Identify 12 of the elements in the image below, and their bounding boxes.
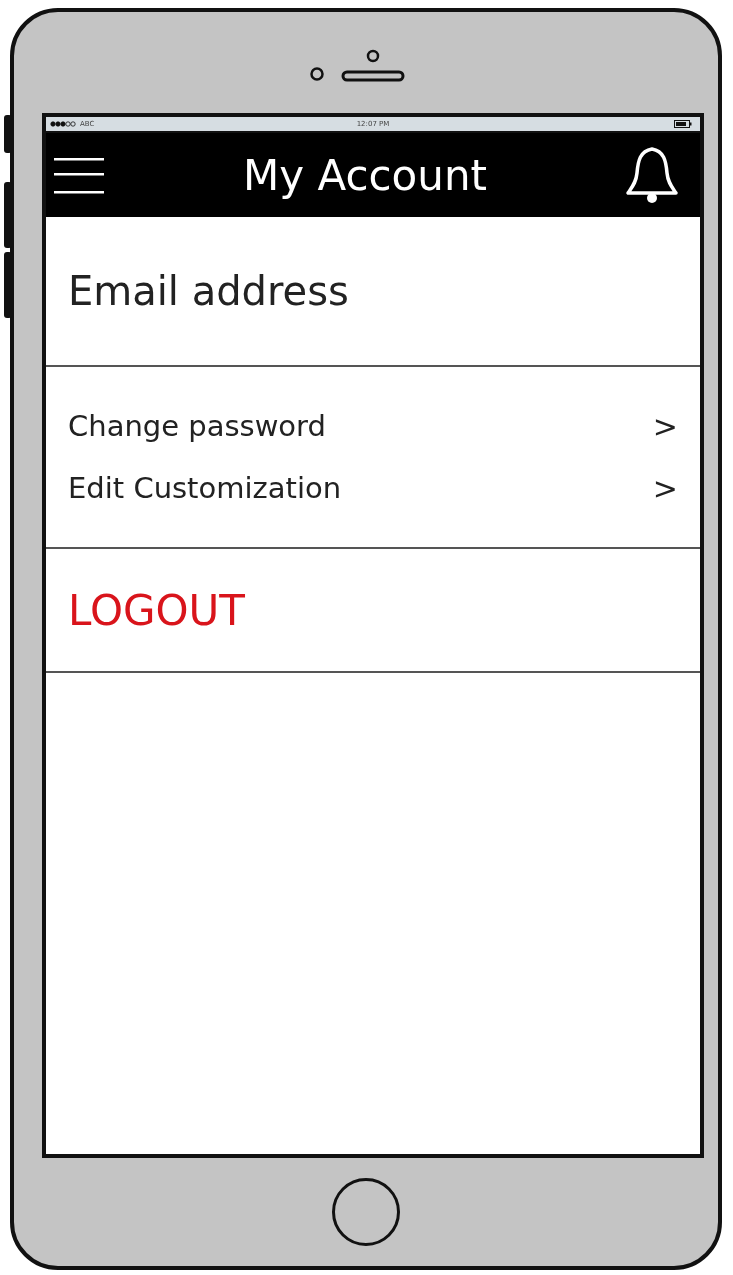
chevron[interactable]: > [652, 408, 678, 444]
menu-item[interactable]: Change password [68, 409, 326, 443]
menu-item[interactable]: Edit Customization [68, 471, 342, 505]
battery-icon [674, 120, 692, 128]
camera-icon [309, 65, 325, 82]
menu-icon[interactable] [54, 155, 106, 195]
screen-title: My Account [243, 150, 487, 200]
signal-icon [50, 121, 76, 127]
logout-button[interactable]: LOGOUT [68, 585, 245, 635]
bell-icon[interactable] [624, 145, 680, 205]
chevron[interactable]: > [652, 470, 678, 506]
email-label: Email address [68, 268, 350, 314]
